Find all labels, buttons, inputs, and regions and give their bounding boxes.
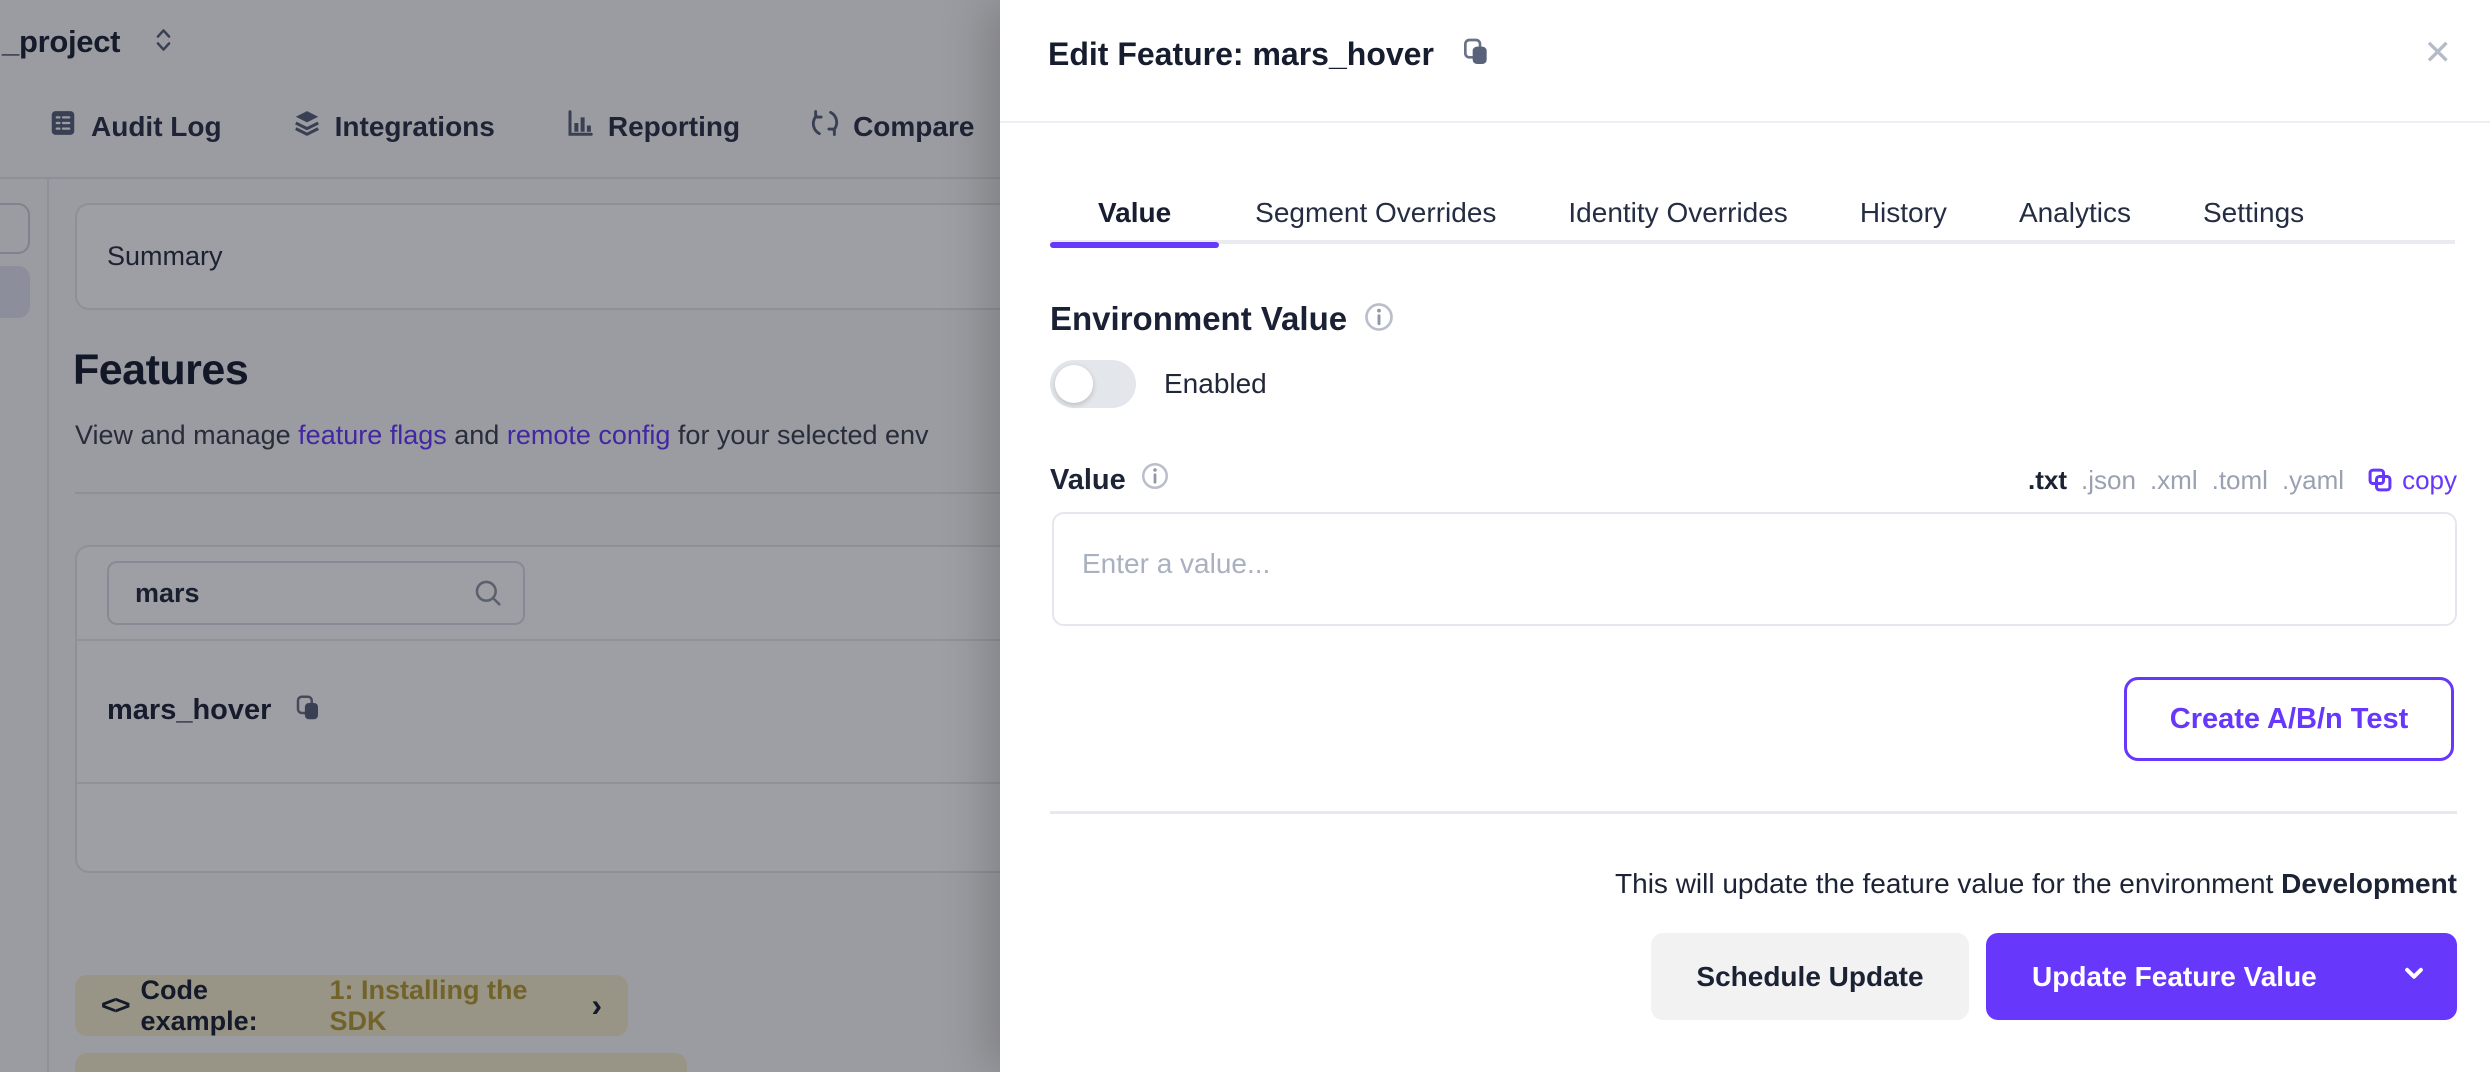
panel-tabs: Value Segment Overrides Identity Overrid… xyxy=(1050,182,2340,244)
panel-header: Edit Feature: mars_hover xyxy=(1048,36,1492,73)
format-json[interactable]: .json xyxy=(2081,465,2136,496)
format-txt[interactable]: .txt xyxy=(2028,465,2067,496)
edit-feature-panel: Edit Feature: mars_hover ✕ Value Segment… xyxy=(1000,0,2490,1072)
tab-settings[interactable]: Settings xyxy=(2167,182,2340,244)
close-icon[interactable]: ✕ xyxy=(2424,36,2453,70)
value-label-text: Value xyxy=(1050,464,1126,497)
tab-history[interactable]: History xyxy=(1824,182,1983,244)
update-button-label: Update Feature Value xyxy=(2032,961,2317,993)
chevron-down-icon xyxy=(2399,958,2429,995)
value-input[interactable] xyxy=(1052,512,2457,626)
format-xml[interactable]: .xml xyxy=(2150,465,2198,496)
tab-value[interactable]: Value xyxy=(1050,182,1219,244)
value-format-switcher: .txt .json .xml .toml .yaml copy xyxy=(2028,465,2457,496)
enabled-toggle-row: Enabled xyxy=(1050,360,1267,408)
panel-title: Edit Feature: mars_hover xyxy=(1048,36,1434,73)
update-feature-value-button[interactable]: Update Feature Value xyxy=(1986,933,2457,1020)
note-text: This will update the feature value for t… xyxy=(1615,868,2281,899)
environment-value-title: Environment Value xyxy=(1050,300,1347,338)
copy-label: copy xyxy=(2402,465,2457,496)
value-label: Value xyxy=(1050,461,1170,499)
format-toml[interactable]: .toml xyxy=(2212,465,2268,496)
toggle-knob xyxy=(1055,365,1093,403)
value-header-row: Value .txt .json .xml .toml .yaml copy xyxy=(1050,458,2457,502)
info-icon[interactable] xyxy=(1140,461,1170,499)
copy-value-button[interactable]: copy xyxy=(2366,465,2457,496)
info-icon[interactable] xyxy=(1363,301,1395,338)
create-abn-test-button[interactable]: Create A/B/n Test xyxy=(2124,677,2454,761)
environment-name: Development xyxy=(2281,868,2457,899)
copy-feature-name-icon[interactable] xyxy=(1460,36,1492,73)
tab-analytics[interactable]: Analytics xyxy=(1983,182,2167,244)
toggle-label: Enabled xyxy=(1164,368,1267,400)
enabled-toggle[interactable] xyxy=(1050,360,1136,408)
schedule-update-button[interactable]: Schedule Update xyxy=(1651,933,1969,1020)
tab-identity-overrides[interactable]: Identity Overrides xyxy=(1532,182,1823,244)
tab-segment-overrides[interactable]: Segment Overrides xyxy=(1219,182,1532,244)
footer-divider xyxy=(1050,811,2457,814)
environment-value-heading: Environment Value xyxy=(1050,300,1395,338)
format-yaml[interactable]: .yaml xyxy=(2282,465,2344,496)
update-environment-note: This will update the feature value for t… xyxy=(1615,868,2457,900)
header-divider xyxy=(1000,121,2490,123)
app: _project Audit Log Integrations xyxy=(0,0,2490,1072)
